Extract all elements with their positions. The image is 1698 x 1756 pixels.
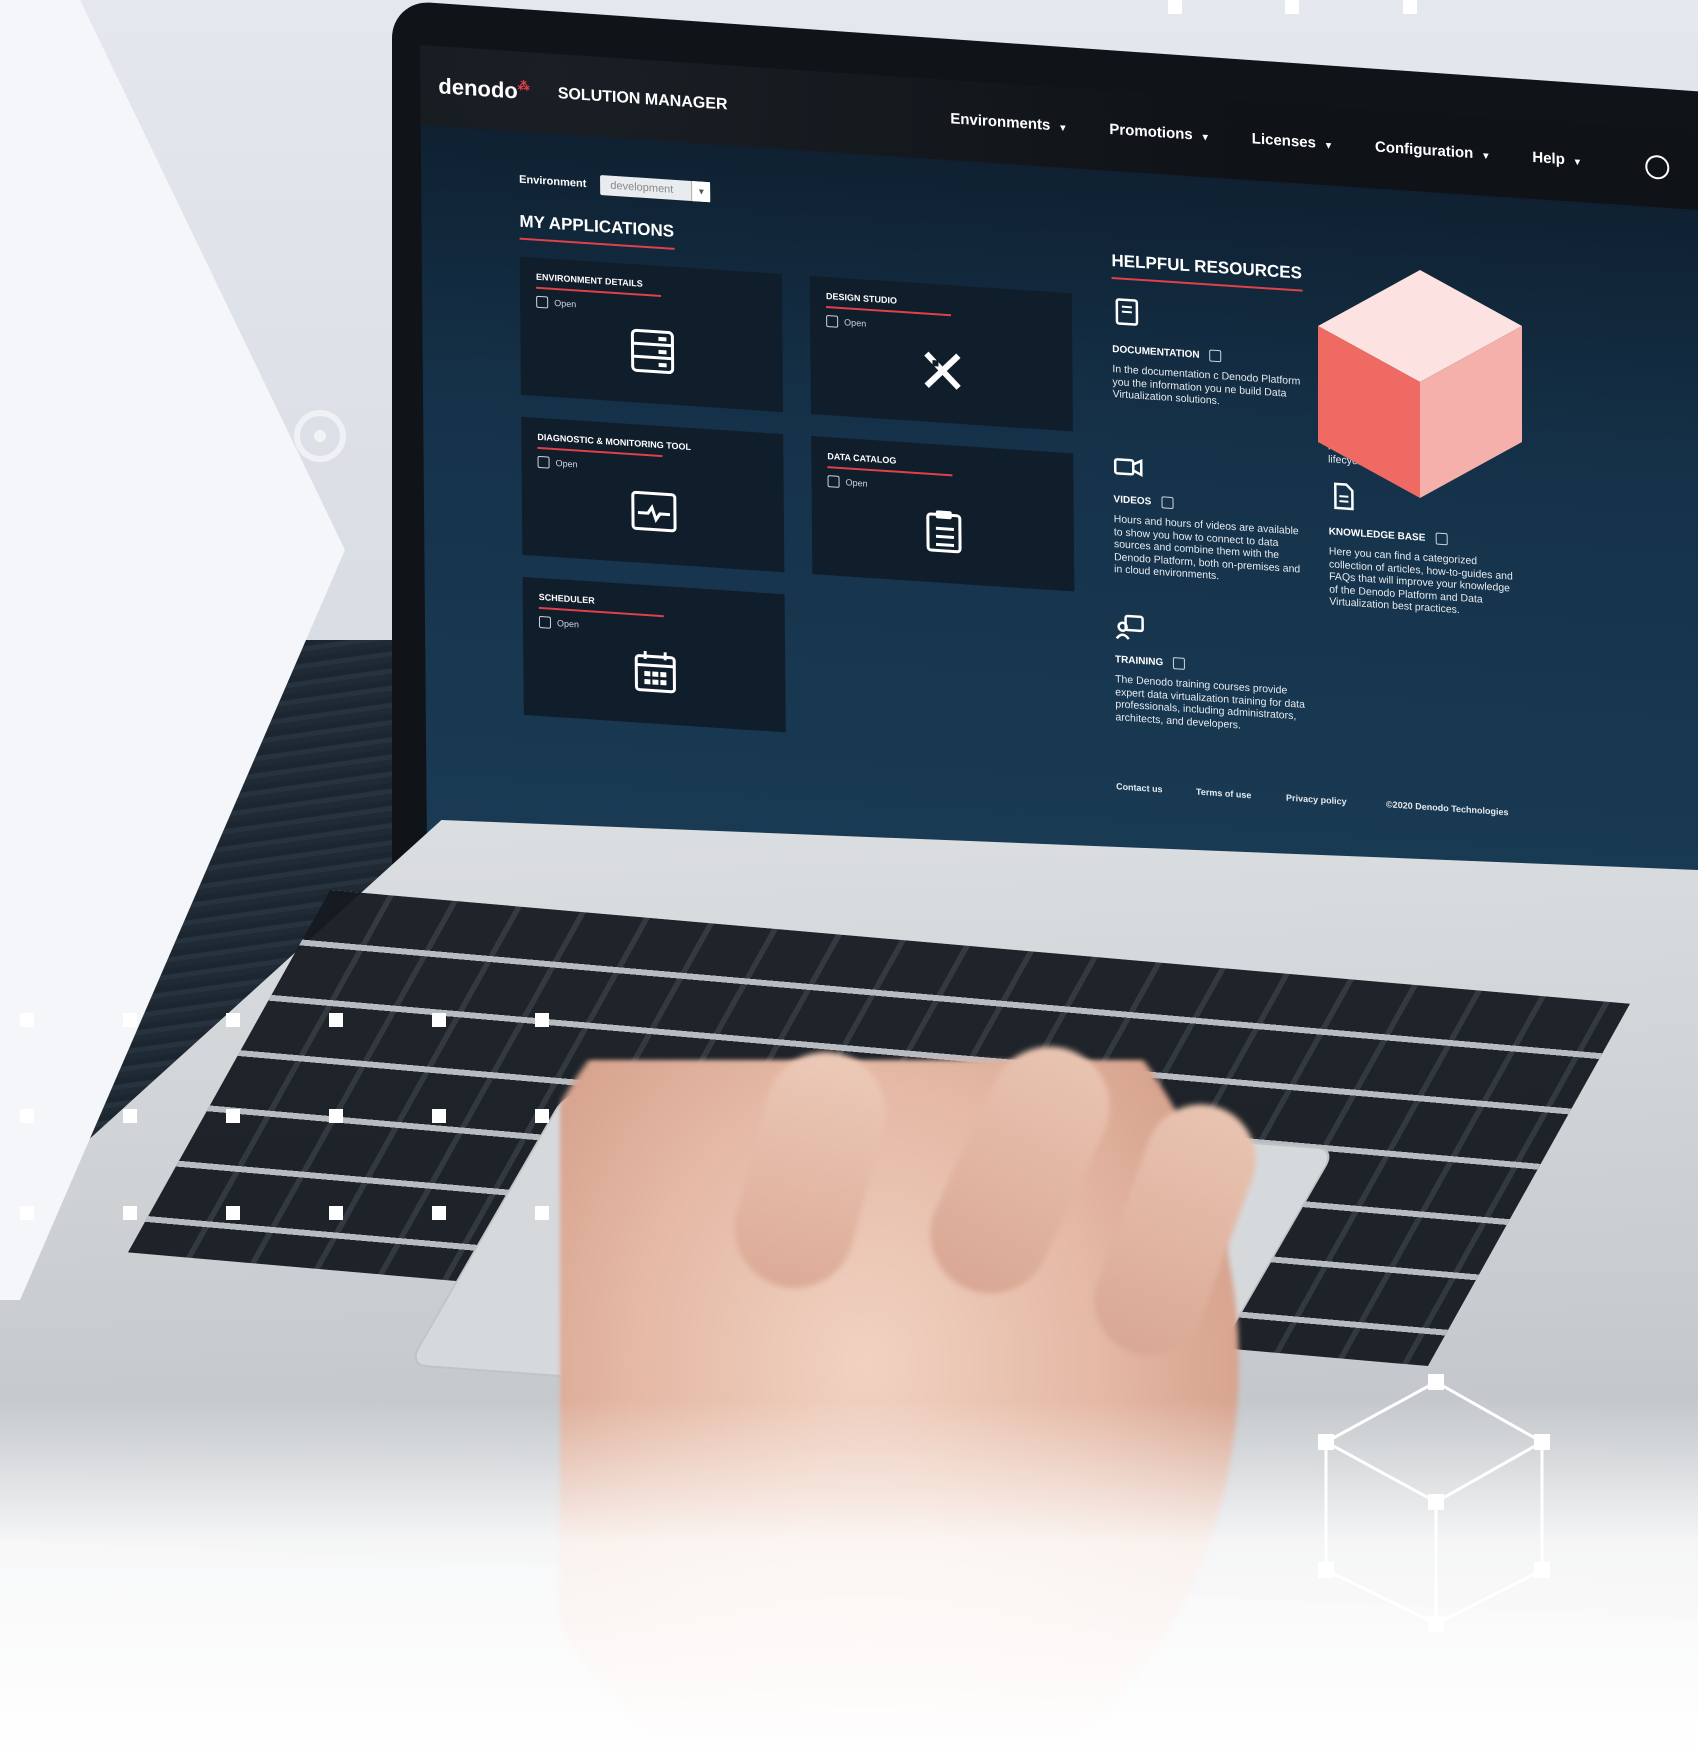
- dot-decoration: [432, 1109, 446, 1123]
- dot-decoration: [20, 1013, 34, 1027]
- dot-decoration: [329, 1206, 343, 1220]
- wireframe-cube-icon: [1318, 1374, 1550, 1632]
- dot-decoration: [432, 1013, 446, 1027]
- dot-decoration: [432, 1206, 446, 1220]
- dot-decoration: [535, 1109, 549, 1123]
- background-scene: denodo⁂ SOLUTION MANAGER Environments ▾ P…: [0, 0, 1698, 1756]
- dot-decoration: [20, 1109, 34, 1123]
- dot-decoration: [1285, 0, 1299, 14]
- dot-decoration: [123, 1013, 137, 1027]
- pink-cube-icon: [1318, 270, 1522, 498]
- dot-decoration: [535, 1013, 549, 1027]
- dot-decoration: [329, 1013, 343, 1027]
- dot-decoration: [1403, 0, 1417, 14]
- dot-decoration: [226, 1206, 240, 1220]
- dot-decoration: [535, 1206, 549, 1220]
- ring-decoration-icon: [294, 410, 346, 462]
- dot-decoration: [329, 1109, 343, 1123]
- dot-decoration: [1168, 0, 1182, 14]
- dot-decoration: [226, 1109, 240, 1123]
- dot-decoration: [20, 1206, 34, 1220]
- dot-decoration: [123, 1206, 137, 1220]
- dot-decoration: [123, 1109, 137, 1123]
- dot-decoration: [226, 1013, 240, 1027]
